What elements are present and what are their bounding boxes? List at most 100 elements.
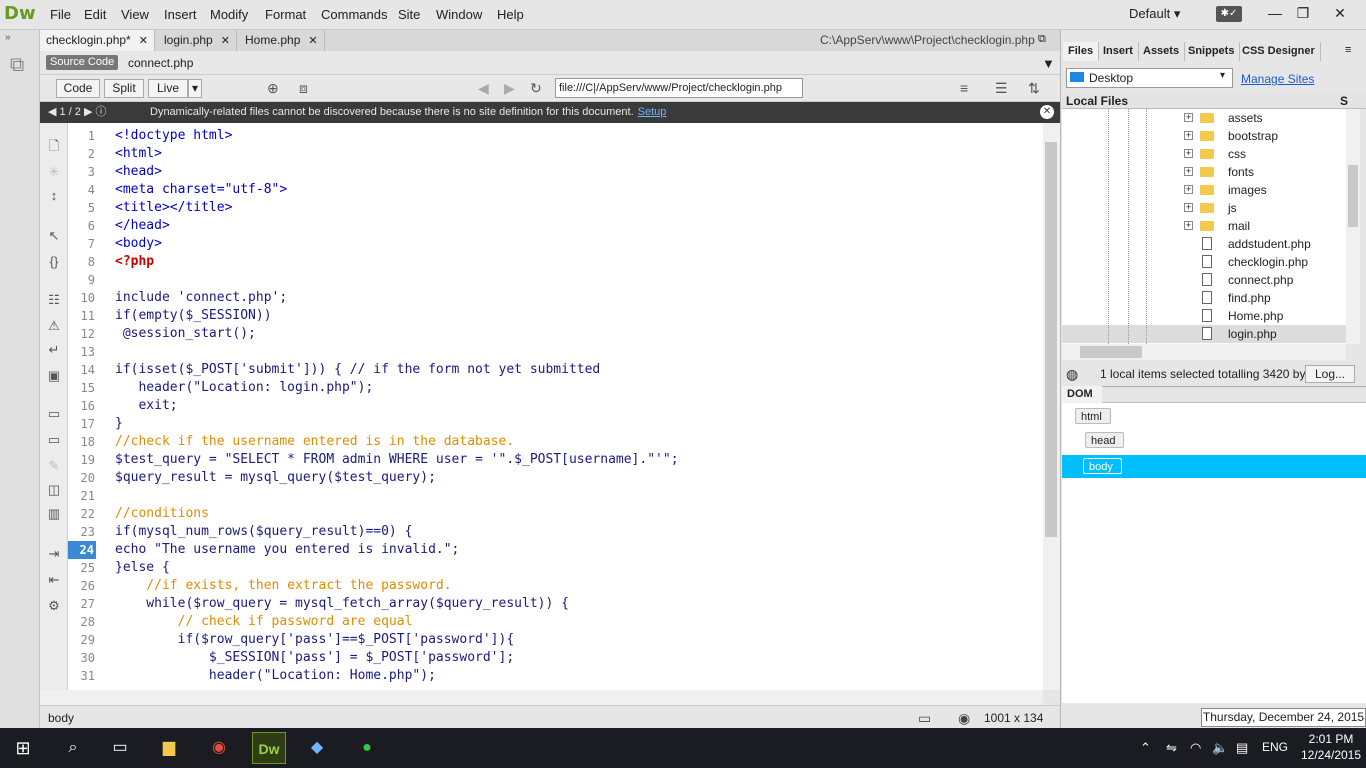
code-line[interactable]: <title></title> bbox=[115, 199, 232, 217]
remove-comment-icon[interactable]: ▭ bbox=[45, 431, 63, 449]
menu-site[interactable]: Site bbox=[398, 7, 420, 22]
code-view-button[interactable]: Code bbox=[56, 79, 100, 98]
tab-checklogin[interactable]: checklogin.php* ✕ bbox=[40, 30, 155, 51]
code-line[interactable]: $test_query = "SELECT * FROM admin WHERE… bbox=[115, 451, 679, 469]
live-options-chevron-icon[interactable]: ▾ bbox=[188, 79, 202, 98]
close-button[interactable]: ✕ bbox=[1325, 2, 1355, 24]
tree-file[interactable]: addstudent.php bbox=[1202, 235, 1311, 253]
connection-icon[interactable]: ◍ bbox=[1066, 362, 1078, 386]
code-line[interactable]: exit; bbox=[115, 397, 177, 415]
task-view-icon[interactable]: ▭ bbox=[103, 732, 137, 764]
dom-node-head[interactable]: head bbox=[1085, 432, 1125, 448]
dom-node-html[interactable]: html bbox=[1075, 408, 1111, 424]
tab-css-designer[interactable]: CSS Designer bbox=[1237, 42, 1321, 61]
expand-all-icon[interactable]: ↕ bbox=[45, 187, 63, 205]
file-management-icon[interactable]: ☰ bbox=[995, 80, 1008, 97]
wrap-tag-icon[interactable]: ✎ bbox=[45, 457, 63, 475]
tree-folder[interactable]: + mail bbox=[1184, 217, 1250, 235]
select-parent-tag-icon[interactable]: ↖ bbox=[45, 227, 63, 245]
device-icon[interactable]: ⇋ bbox=[1166, 740, 1177, 756]
menu-view[interactable]: View bbox=[121, 7, 149, 22]
tree-folder[interactable]: + assets bbox=[1184, 109, 1263, 127]
tag-selector-body[interactable]: body bbox=[48, 711, 74, 725]
close-icon[interactable]: ✕ bbox=[308, 35, 317, 47]
language-indicator[interactable]: ENG bbox=[1262, 740, 1288, 754]
file-explorer-icon[interactable]: ▆ bbox=[152, 732, 186, 764]
tree-folder[interactable]: + js bbox=[1184, 199, 1237, 217]
forward-arrow-icon[interactable]: ▶ bbox=[504, 80, 515, 97]
code-line[interactable]: $query_result = mysql_query($test_query)… bbox=[115, 469, 436, 487]
volume-icon[interactable]: 🔈 bbox=[1212, 740, 1228, 756]
code-line[interactable]: <?php bbox=[115, 253, 154, 271]
dom-node-body[interactable]: body bbox=[1083, 458, 1122, 474]
back-arrow-icon[interactable]: ◀ bbox=[478, 80, 489, 97]
code-line[interactable]: echo "The username you entered is invali… bbox=[115, 541, 459, 559]
filter-icon[interactable]: ▼ bbox=[1042, 56, 1055, 71]
workspace-switcher[interactable]: Default ▾ bbox=[1129, 6, 1180, 22]
code-line[interactable]: <!doctype html> bbox=[115, 127, 232, 145]
expand-icon[interactable]: + bbox=[1184, 131, 1193, 140]
code-line[interactable]: $_SESSION['pass'] = $_POST['password']; bbox=[115, 649, 514, 667]
close-icon[interactable]: ✕ bbox=[221, 35, 230, 47]
tree-file[interactable]: checklogin.php bbox=[1202, 253, 1308, 271]
code-editor[interactable]: 1 2 3 4 5 6 7 8 9 10 11 12 13 14 15 16 17 18 19 20 21 22 23 24 2… bbox=[68, 123, 1043, 690]
menu-window[interactable]: Window bbox=[436, 7, 482, 22]
apply-comment-icon[interactable]: ▭ bbox=[45, 405, 63, 423]
minimize-button[interactable]: — bbox=[1260, 2, 1290, 24]
wifi-icon[interactable]: ◠ bbox=[1190, 740, 1201, 756]
tree-file[interactable]: find.php bbox=[1202, 289, 1271, 307]
word-wrap-icon[interactable]: ↵ bbox=[45, 341, 63, 359]
tree-folder[interactable]: + css bbox=[1184, 145, 1246, 163]
live-view-button[interactable]: Live bbox=[148, 79, 188, 98]
code-line[interactable]: } bbox=[115, 415, 123, 433]
expand-icon[interactable]: + bbox=[1184, 149, 1193, 158]
code-navigator-icon[interactable]: ⧈ bbox=[299, 80, 308, 97]
address-field[interactable]: file:///C|/AppServ/www/Project/checklogi… bbox=[555, 78, 803, 98]
tree-folder[interactable]: + images bbox=[1184, 181, 1267, 199]
related-file-connect[interactable]: connect.php bbox=[128, 56, 193, 70]
menu-commands[interactable]: Commands bbox=[321, 7, 387, 22]
expand-icon[interactable]: » bbox=[5, 32, 11, 43]
info-nav[interactable]: ◀ 1 / 2 ▶ ⓘ bbox=[48, 102, 107, 123]
collapse-icon[interactable]: ✳ bbox=[45, 163, 63, 181]
tree-folder[interactable]: + fonts bbox=[1184, 163, 1254, 181]
tab-files[interactable]: Files bbox=[1063, 42, 1100, 61]
tab-assets[interactable]: Assets bbox=[1138, 42, 1186, 61]
format-source-icon[interactable]: ⚙ bbox=[45, 597, 63, 615]
code-line[interactable]: }else { bbox=[115, 559, 170, 577]
windows-start-icon[interactable]: ⊞ bbox=[6, 732, 40, 764]
insert-panel-icon[interactable]: ⧉ bbox=[10, 54, 24, 77]
code-line[interactable]: // check if password are equal bbox=[115, 613, 413, 631]
expand-icon[interactable]: + bbox=[1184, 113, 1193, 122]
code-line[interactable]: if(mysql_num_rows($query_result)==0) { bbox=[115, 523, 412, 541]
balance-braces-icon[interactable]: {} bbox=[45, 253, 63, 271]
tree-file[interactable]: Home.php bbox=[1202, 307, 1283, 325]
code-line[interactable]: <meta charset="utf-8"> bbox=[115, 181, 287, 199]
globe-preview-icon[interactable]: ◉ bbox=[958, 710, 970, 727]
tree-file[interactable]: connect.php bbox=[1202, 271, 1293, 289]
expand-icon[interactable]: + bbox=[1184, 167, 1193, 176]
screen-size-icon[interactable]: ▭ bbox=[918, 710, 931, 727]
manage-sites-link[interactable]: Manage Sites bbox=[1241, 72, 1314, 86]
expand-icon[interactable]: + bbox=[1184, 203, 1193, 212]
menu-modify[interactable]: Modify bbox=[210, 7, 248, 22]
source-code-button[interactable]: Source Code bbox=[46, 55, 119, 70]
tree-scroll-thumb[interactable] bbox=[1348, 165, 1358, 227]
taskbar-clock[interactable]: 2:01 PM 12/24/2015 bbox=[1296, 731, 1366, 763]
tab-snippets[interactable]: Snippets bbox=[1183, 42, 1241, 61]
code-line[interactable]: if(isset($_POST['submit'])) { // if the … bbox=[115, 361, 600, 379]
close-icon[interactable]: ✕ bbox=[139, 35, 148, 47]
code-line[interactable]: //check if the username entered is in th… bbox=[115, 433, 514, 451]
tree-hscroll-thumb[interactable] bbox=[1080, 346, 1142, 358]
split-view-button[interactable]: Split bbox=[104, 79, 144, 98]
dreamweaver-taskbar-icon[interactable]: Dw bbox=[252, 732, 286, 764]
editor-scroll-thumb[interactable] bbox=[1045, 142, 1057, 537]
inspect-icon[interactable]: ⊕ bbox=[267, 80, 279, 97]
highlight-invalid-icon[interactable]: ⚠ bbox=[45, 317, 63, 335]
notification-icon[interactable]: ▤ bbox=[1236, 740, 1248, 756]
notes-app-icon[interactable]: ◆ bbox=[300, 732, 334, 764]
site-select[interactable]: Desktop bbox=[1066, 68, 1233, 88]
menu-edit[interactable]: Edit bbox=[84, 7, 106, 22]
expand-icon[interactable]: + bbox=[1184, 185, 1193, 194]
close-info-icon[interactable]: ✕ bbox=[1040, 105, 1054, 119]
